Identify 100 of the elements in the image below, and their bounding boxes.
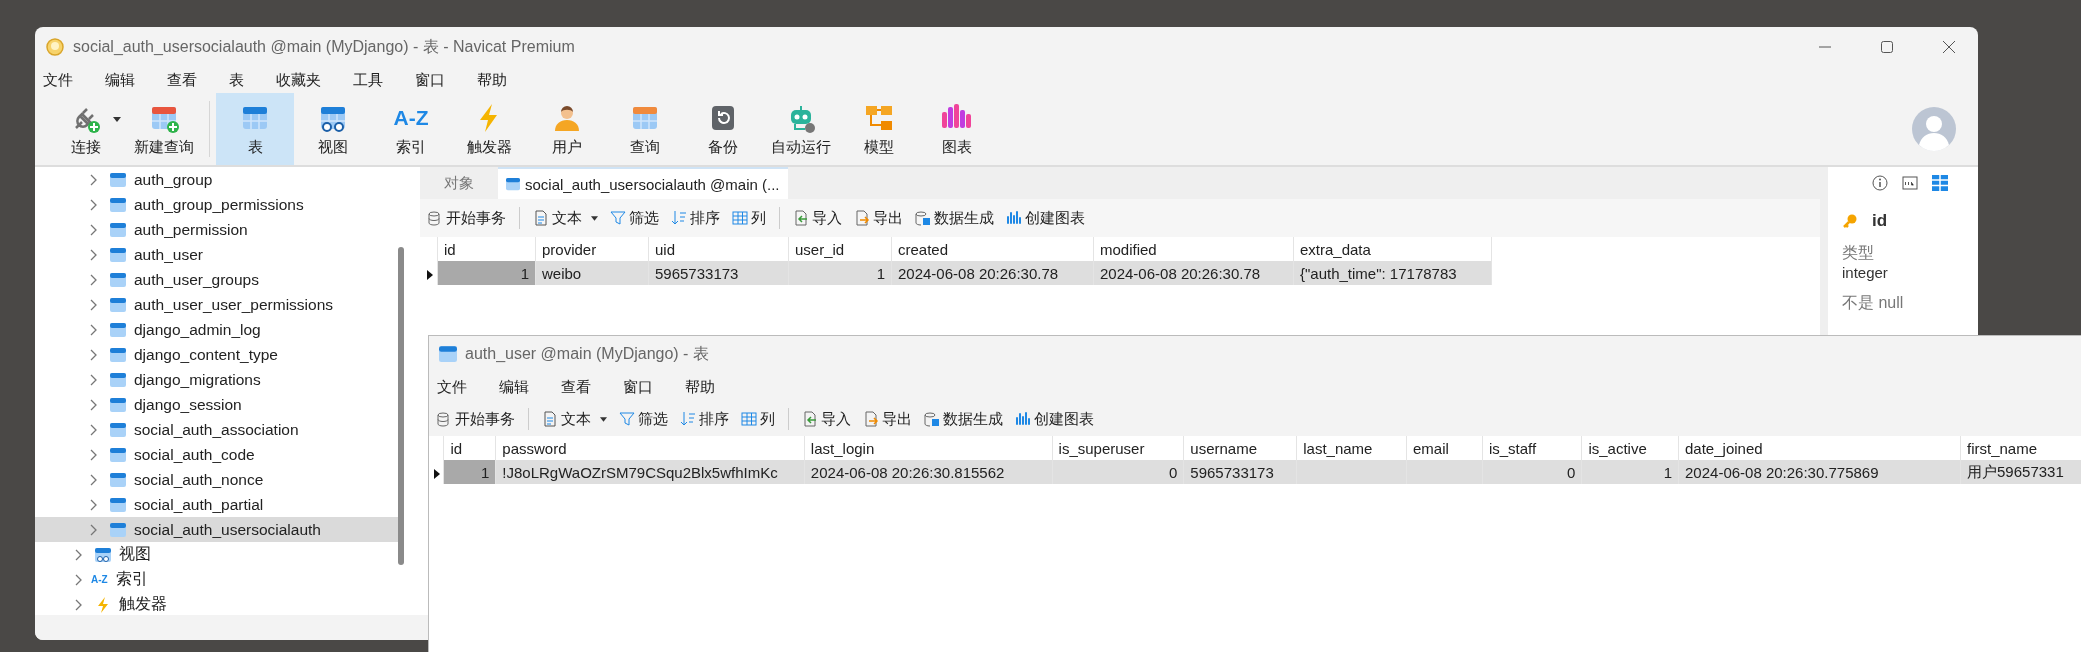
tree-item[interactable]: auth_group_permissions bbox=[35, 192, 399, 217]
column-header[interactable]: is_active bbox=[1581, 436, 1679, 460]
toolbar-button[interactable]: 模型 bbox=[840, 93, 918, 165]
toolbar-button[interactable]: 连接 bbox=[47, 93, 125, 165]
chevron-icon[interactable] bbox=[90, 448, 98, 461]
menu-item[interactable]: 文件 bbox=[437, 377, 467, 397]
grid-icon[interactable] bbox=[1932, 175, 1948, 191]
toolbar-button[interactable]: 文本 bbox=[539, 407, 610, 431]
toolbar-button[interactable]: 图表 bbox=[918, 93, 996, 165]
column-header[interactable]: is_superuser bbox=[1052, 436, 1184, 460]
column-header[interactable]: password bbox=[495, 436, 805, 460]
close-icon[interactable] bbox=[1942, 40, 1956, 54]
tree-item[interactable]: auth_user bbox=[35, 242, 399, 267]
tree-item[interactable]: 触发器 bbox=[35, 592, 399, 617]
chevron-icon[interactable] bbox=[90, 173, 98, 186]
column-header[interactable]: id bbox=[437, 237, 536, 261]
menu-item[interactable]: 查看 bbox=[167, 70, 197, 90]
toolbar-button[interactable]: 用户 bbox=[528, 93, 606, 165]
toolbar-button[interactable]: 导出 bbox=[860, 407, 915, 431]
toolbar-button[interactable]: 备份 bbox=[684, 93, 762, 165]
toolbar-button[interactable]: 列 bbox=[738, 407, 778, 431]
toolbar-button[interactable]: 表 bbox=[216, 93, 294, 165]
toolbar-button[interactable]: 筛选 bbox=[616, 407, 671, 431]
column-header[interactable]: last_login bbox=[804, 436, 1053, 460]
tree-item[interactable]: 视图 bbox=[35, 542, 399, 567]
toolbar-button[interactable]: 视图 bbox=[294, 93, 372, 165]
ddl-icon[interactable] bbox=[1902, 175, 1918, 191]
chevron-icon[interactable] bbox=[90, 323, 98, 336]
menu-item[interactable]: 帮助 bbox=[685, 377, 715, 397]
toolbar-button[interactable]: 导入 bbox=[790, 206, 845, 230]
toolbar-button[interactable]: 导出 bbox=[851, 206, 906, 230]
chevron-icon[interactable] bbox=[75, 548, 83, 561]
tree-item[interactable]: django_admin_log bbox=[35, 317, 399, 342]
chevron-icon[interactable] bbox=[90, 273, 98, 286]
chevron-icon[interactable] bbox=[75, 598, 83, 611]
maximize-icon[interactable] bbox=[1880, 40, 1894, 54]
menu-item[interactable]: 查看 bbox=[561, 377, 591, 397]
column-header[interactable]: modified bbox=[1093, 237, 1294, 261]
toolbar-button[interactable]: 查询 bbox=[606, 93, 684, 165]
menu-item[interactable]: 工具 bbox=[353, 70, 383, 90]
tree-item[interactable]: django_session bbox=[35, 392, 399, 417]
toolbar-button[interactable]: 筛选 bbox=[607, 206, 662, 230]
column-header[interactable]: user_id bbox=[788, 237, 892, 261]
tree-item[interactable]: auth_group bbox=[35, 167, 399, 192]
toolbar-button[interactable]: 排序 bbox=[668, 206, 723, 230]
toolbar-button[interactable]: 开始事务 bbox=[424, 206, 509, 230]
chevron-icon[interactable] bbox=[90, 423, 98, 436]
menu-item[interactable]: 表 bbox=[229, 70, 244, 90]
chevron-icon[interactable] bbox=[90, 373, 98, 386]
menu-item[interactable]: 编辑 bbox=[499, 377, 529, 397]
toolbar-button[interactable]: 排序 bbox=[677, 407, 732, 431]
column-header[interactable]: first_name bbox=[1960, 436, 2081, 460]
toolbar-button[interactable]: 自动运行 bbox=[762, 93, 840, 165]
tree-item[interactable]: social_auth_association bbox=[35, 417, 399, 442]
toolbar-button[interactable]: 导入 bbox=[799, 407, 854, 431]
menu-item[interactable]: 文件 bbox=[43, 70, 73, 90]
menu-item[interactable]: 编辑 bbox=[105, 70, 135, 90]
toolbar-button[interactable]: 列 bbox=[729, 206, 769, 230]
chevron-icon[interactable] bbox=[90, 473, 98, 486]
tree-item[interactable]: social_auth_usersocialauth bbox=[35, 517, 399, 542]
info-icon[interactable] bbox=[1872, 175, 1888, 191]
chevron-icon[interactable] bbox=[90, 398, 98, 411]
tree-item[interactable]: A-Z 索引 bbox=[35, 567, 399, 592]
toolbar-button[interactable]: 创建图表 bbox=[1003, 206, 1088, 230]
column-header[interactable]: provider bbox=[535, 237, 649, 261]
chevron-icon[interactable] bbox=[75, 573, 83, 586]
column-header[interactable]: id bbox=[443, 436, 496, 460]
column-header[interactable]: created bbox=[891, 237, 1094, 261]
chevron-icon[interactable] bbox=[90, 198, 98, 211]
chevron-icon[interactable] bbox=[90, 348, 98, 361]
toolbar-button[interactable]: 创建图表 bbox=[1012, 407, 1097, 431]
chevron-icon[interactable] bbox=[90, 248, 98, 261]
menu-item[interactable]: 收藏夹 bbox=[276, 70, 321, 90]
chevron-icon[interactable] bbox=[90, 498, 98, 511]
menu-item[interactable]: 窗口 bbox=[415, 70, 445, 90]
toolbar-button[interactable]: 新建查询 bbox=[125, 93, 203, 165]
menu-item[interactable]: 帮助 bbox=[477, 70, 507, 90]
toolbar-button[interactable]: 数据生成 bbox=[912, 206, 997, 230]
toolbar-button[interactable]: A-Z 索引 bbox=[372, 93, 450, 165]
column-header[interactable]: username bbox=[1183, 436, 1297, 460]
tree-item[interactable]: django_content_type bbox=[35, 342, 399, 367]
tab[interactable]: social_auth_usersocialauth @main (... bbox=[498, 167, 788, 199]
tree-item[interactable]: auth_permission bbox=[35, 217, 399, 242]
menu-item[interactable]: 窗口 bbox=[623, 377, 653, 397]
column-header[interactable]: is_staff bbox=[1482, 436, 1582, 460]
tree-item[interactable]: social_auth_nonce bbox=[35, 467, 399, 492]
tree-item[interactable]: auth_user_user_permissions bbox=[35, 292, 399, 317]
column-header[interactable]: email bbox=[1406, 436, 1483, 460]
chevron-icon[interactable] bbox=[90, 523, 98, 536]
toolbar-button[interactable]: 数据生成 bbox=[921, 407, 1006, 431]
chevron-icon[interactable] bbox=[90, 298, 98, 311]
tree-item[interactable]: auth_user_groups bbox=[35, 267, 399, 292]
toolbar-button[interactable]: 文本 bbox=[530, 206, 601, 230]
chevron-icon[interactable] bbox=[90, 223, 98, 236]
column-header[interactable]: last_name bbox=[1296, 436, 1407, 460]
column-header[interactable]: date_joined bbox=[1678, 436, 1961, 460]
tree-item[interactable]: django_migrations bbox=[35, 367, 399, 392]
column-header[interactable]: uid bbox=[648, 237, 789, 261]
toolbar-button[interactable]: 触发器 bbox=[450, 93, 528, 165]
tree-item[interactable]: social_auth_code bbox=[35, 442, 399, 467]
